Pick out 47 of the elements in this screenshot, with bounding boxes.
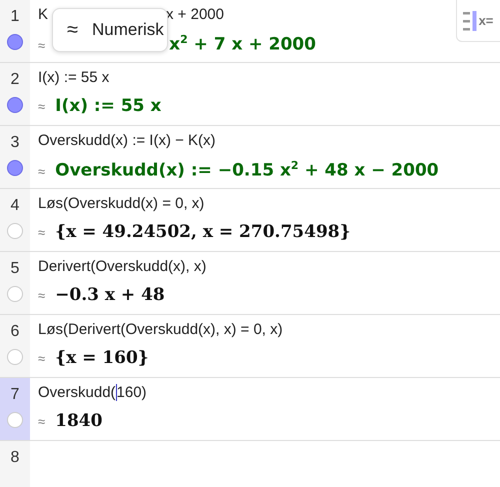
visibility-toggle[interactable]	[7, 160, 23, 176]
row-number: 3	[10, 134, 20, 152]
input-text[interactable]: Overskudd(x) := I(x) − K(x)	[38, 132, 216, 149]
input-text[interactable]: K	[38, 6, 48, 23]
visibility-toggle[interactable]	[7, 34, 23, 50]
row-header[interactable]: 5	[0, 252, 30, 314]
input-text[interactable]: Løs(Overskudd(x) = 0, x)	[38, 195, 204, 212]
row-header[interactable]: 4	[0, 189, 30, 251]
row-header[interactable]: 8	[0, 441, 30, 487]
output-text: x$^{2}$ + 7 x + 2000	[169, 33, 316, 55]
row-number: 4	[10, 197, 20, 215]
output-text: I(x) := 55 x	[55, 96, 162, 116]
output-text: {x = 160}	[55, 348, 149, 368]
row-number: 1	[10, 8, 20, 26]
output-text: Overskudd(x) := −0.15 x$^{2}$ + 48 x − 2000	[55, 159, 439, 181]
row-number: 8	[10, 449, 20, 467]
numeric-tooltip[interactable]: ≈ Numerisk	[52, 8, 168, 52]
row-number: 7	[10, 386, 20, 404]
approx-sign: ≈	[38, 351, 46, 366]
row-header[interactable]: 2	[0, 63, 30, 125]
output-text: 1840	[55, 411, 102, 431]
visibility-toggle[interactable]	[7, 286, 23, 302]
row-number: 2	[10, 71, 20, 89]
approx-sign: ≈	[38, 38, 46, 53]
visibility-toggle[interactable]	[7, 412, 23, 428]
visibility-toggle[interactable]	[7, 97, 23, 113]
row-number: 6	[10, 323, 20, 341]
row-header[interactable]: 7	[0, 378, 30, 440]
row-header[interactable]: 3	[0, 126, 30, 188]
input-text[interactable]: Løs(Derivert(Overskudd(x), x) = 0, x)	[38, 321, 283, 338]
row-number: 5	[10, 260, 20, 278]
approx-sign: ≈	[38, 414, 46, 429]
approx-sign: ≈	[38, 164, 46, 179]
input-text[interactable]: I(x) := 55 x	[38, 69, 110, 86]
output-text: −0.3 x + 48	[55, 285, 165, 305]
visibility-toggle[interactable]	[7, 349, 23, 365]
visibility-toggle[interactable]	[7, 223, 23, 239]
approx-sign: ≈	[38, 225, 46, 240]
style-bar-button[interactable]: x=	[456, 0, 500, 42]
row-header[interactable]: 6	[0, 315, 30, 377]
input-text[interactable]: Overskudd(160)	[38, 384, 147, 401]
row-header[interactable]: 1	[0, 0, 30, 62]
approx-sign: ≈	[38, 288, 46, 303]
output-text: {x = 49.24502, x = 270.75498}	[55, 222, 351, 242]
list-icon	[462, 10, 477, 32]
approx-sign: ≈	[38, 99, 46, 114]
input-text[interactable]: Derivert(Overskudd(x), x)	[38, 258, 206, 275]
